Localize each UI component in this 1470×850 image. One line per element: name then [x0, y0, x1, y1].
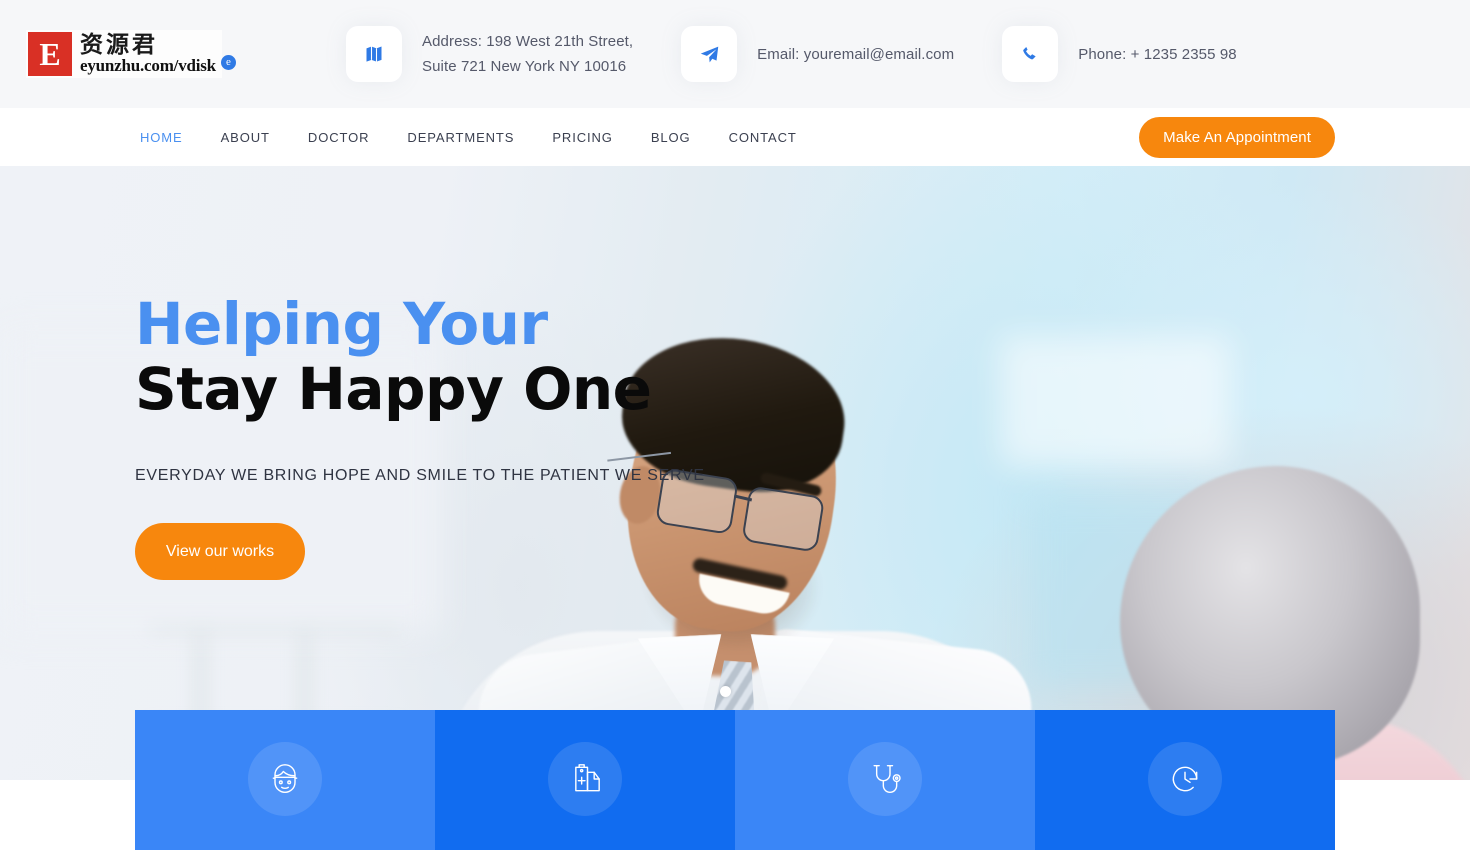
contact-email[interactable]: Email: youremail@email.com	[681, 26, 954, 82]
feature-card-stethoscope[interactable]	[735, 710, 1035, 850]
medical-record-icon	[548, 742, 622, 816]
address-line-1: Address: 198 West 21th Street,	[422, 33, 634, 50]
phone-text: Phone: + 1235 2355 98	[1078, 45, 1237, 63]
watermark-chinese: 资源君	[80, 32, 158, 58]
site-watermark: E 资源君 eyunzhu.com/vdisk e	[26, 30, 236, 78]
nav-menu: HOME ABOUT DOCTOR DEPARTMENTS PRICING BL…	[135, 124, 1139, 151]
nav-link-doctor[interactable]: DOCTOR	[303, 124, 375, 151]
watermark-corner-icon: e	[220, 55, 236, 70]
carousel-dot-1[interactable]	[720, 686, 731, 697]
nav-item-blog[interactable]: BLOG	[646, 124, 696, 151]
view-our-works-button[interactable]: View our works	[135, 523, 305, 581]
feature-card-medical-record[interactable]	[435, 710, 735, 850]
stethoscope-icon	[848, 742, 922, 816]
clock-history-icon	[1148, 742, 1222, 816]
feature-card-doctor[interactable]	[135, 710, 435, 850]
contact-address-text: Address: 198 West 21th Street, Suite 721…	[422, 29, 633, 79]
nav-item-departments[interactable]: DEPARTMENTS	[402, 124, 519, 151]
nav-item-home[interactable]: HOME	[135, 124, 188, 151]
nav-link-blog[interactable]: BLOG	[646, 124, 696, 151]
nav-link-contact[interactable]: CONTACT	[724, 124, 802, 151]
nav-item-pricing[interactable]: PRICING	[547, 124, 617, 151]
hero-title-line-1: Helping Your	[135, 289, 548, 358]
email-text: Email: youremail@email.com	[757, 45, 955, 63]
hero-content: Helping Your Stay Happy One EVERYDAY WE …	[135, 166, 775, 780]
feature-cards	[135, 710, 1335, 850]
watermark-badge-icon: E	[28, 32, 72, 76]
contact-address[interactable]: Address: 198 West 21th Street, Suite 721…	[346, 26, 633, 82]
nav-item-contact[interactable]: CONTACT	[724, 124, 802, 151]
top-contact-bar: E 资源君 eyunzhu.com/vdisk e Address: 198 W…	[0, 0, 1470, 108]
nav-item-doctor[interactable]: DOCTOR	[303, 124, 375, 151]
hero-title-line-2: Stay Happy One	[135, 354, 652, 423]
watermark-text: 资源君 eyunzhu.com/vdisk	[80, 33, 216, 75]
watermark-badge-letter: E	[39, 36, 61, 72]
hero-subtitle: EVERYDAY WE BRING HOPE AND SMILE TO THE …	[135, 467, 705, 485]
nav-link-departments[interactable]: DEPARTMENTS	[402, 124, 519, 151]
doctor-face-icon	[248, 742, 322, 816]
nav-link-pricing[interactable]: PRICING	[547, 124, 617, 151]
map-icon	[346, 26, 402, 82]
address-line-2: Suite 721 New York NY 10016	[422, 58, 627, 75]
nav-link-about[interactable]: ABOUT	[216, 124, 275, 151]
nav-item-about[interactable]: ABOUT	[216, 124, 275, 151]
send-icon	[681, 26, 738, 82]
contact-phone[interactable]: Phone: + 1235 2355 98	[1002, 26, 1237, 82]
nav-link-home[interactable]: HOME	[135, 124, 188, 151]
hero-slider: Helping Your Stay Happy One EVERYDAY WE …	[0, 166, 1470, 780]
main-navigation: HOME ABOUT DOCTOR DEPARTMENTS PRICING BL…	[0, 108, 1470, 166]
watermark-url: eyunzhu.com/vdisk	[80, 56, 216, 76]
feature-card-clock[interactable]	[1035, 710, 1335, 850]
make-appointment-button[interactable]: Make An Appointment	[1139, 116, 1335, 158]
phone-icon	[1002, 26, 1059, 82]
logo-area[interactable]: E 资源君 eyunzhu.com/vdisk e	[0, 0, 330, 108]
contact-list: Address: 198 West 21th Street, Suite 721…	[330, 26, 1470, 82]
